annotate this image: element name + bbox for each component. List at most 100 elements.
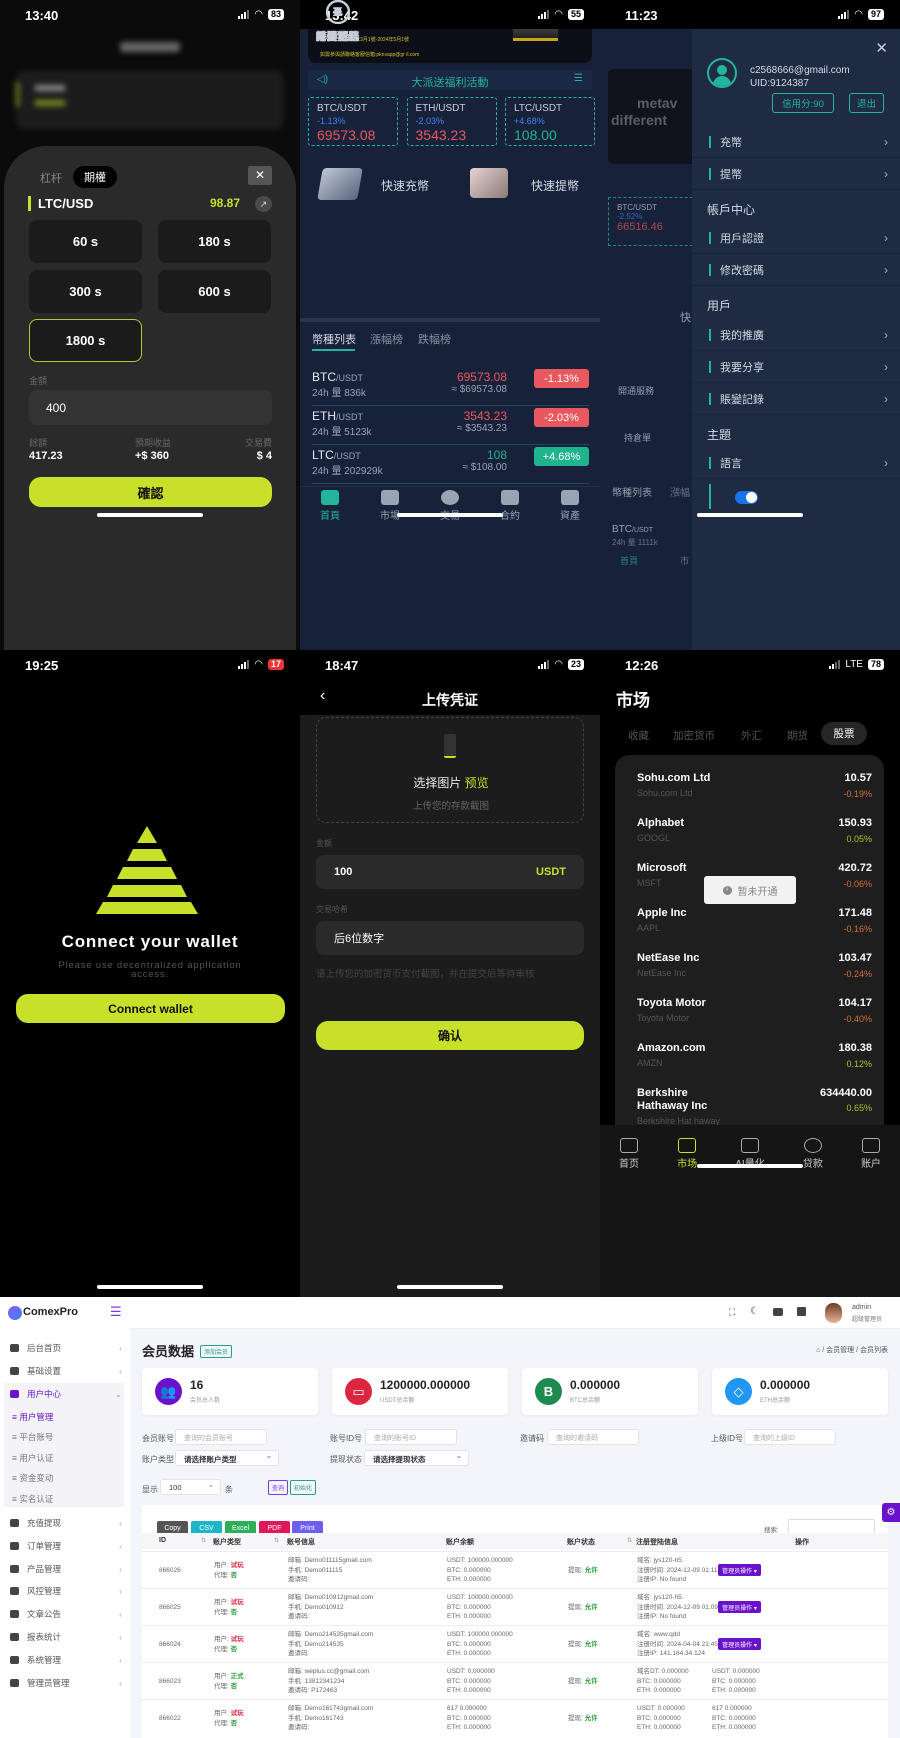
submenu-platform-accounts[interactable]: ≡ 平台账号 — [12, 1431, 53, 1443]
reset-button[interactable]: 初始化 — [290, 1480, 317, 1495]
settings-gear-icon[interactable]: ⚙ — [882, 1503, 900, 1522]
duration-option[interactable]: 300 s — [29, 270, 142, 313]
sidebar-item-home[interactable]: 后台首页 ‹ — [10, 1342, 122, 1354]
coin-row[interactable]: BTC/USDT 24h 量 836k 69573.08 ≈ $69573.08 -1.… — [312, 367, 589, 406]
ticker-card[interactable]: ETH/USDT -2.03% 3543.23 — [406, 97, 497, 146]
upload-dropzone[interactable]: 选择图片 预览 上传您的存款截图 — [316, 717, 584, 823]
camera-icon[interactable] — [773, 1308, 783, 1316]
stock-row[interactable]: Toyota Motor Toyota Motor 104.17 -0.40% — [637, 997, 872, 1042]
duration-option[interactable]: 600 s — [158, 270, 271, 313]
nav-trade[interactable]: 交易 — [440, 490, 460, 522]
admin-actions-dropdown[interactable]: 管理员操作 ▾ — [718, 1638, 761, 1650]
ticker-card[interactable]: BTC/USDT -1.13% 69573.08 — [308, 97, 398, 146]
home-icon[interactable]: ⌂ — [816, 1347, 820, 1354]
sort-icon[interactable]: ⇅ — [274, 1537, 279, 1544]
parent-id-input[interactable]: 查询的上级ID — [744, 1429, 836, 1445]
coin-row[interactable]: LTC/USDT 24h 量 202929k 108 ≈ $108.00 +4.68% — [312, 445, 589, 484]
admin-actions-dropdown[interactable]: 管理员操作 ▾ — [718, 1601, 761, 1613]
avatar[interactable] — [825, 1303, 842, 1323]
tab-gainers[interactable]: 漲幅榜 — [370, 331, 403, 347]
coin-row[interactable]: ETH/USDT 24h 量 5123k 3543.23 ≈ $3543.23 -2.0… — [312, 406, 589, 445]
nav-loan[interactable]: 贷款 — [803, 1138, 823, 1170]
stock-row[interactable]: NetEase Inc NetEase Inc 103.47 -0.24% — [637, 952, 872, 997]
table-search-input[interactable] — [788, 1519, 875, 1534]
tab-coin-list[interactable]: 幣種列表 — [312, 331, 356, 347]
sidebar-item[interactable]: 文章公告 ‹ — [10, 1608, 122, 1620]
column-header-balance[interactable]: 账户余额 — [446, 1537, 474, 1547]
confirm-button[interactable]: 确认 — [316, 1021, 584, 1050]
nav-contract[interactable]: 合約 — [500, 490, 520, 522]
close-icon[interactable]: ✕ — [875, 39, 888, 57]
query-button[interactable]: 查询 — [268, 1480, 289, 1495]
preview-link[interactable]: 预览 — [465, 776, 489, 790]
account-type-select[interactable]: 请选择账户类型 — [175, 1450, 279, 1466]
column-header-account-info[interactable]: 账号信息 — [287, 1537, 315, 1547]
column-header-account-type[interactable]: 账户类型 — [213, 1537, 241, 1547]
stock-row[interactable]: Sohu.com Ltd Sohu.com Ltd 10.57 -0.19% — [637, 772, 872, 817]
admin-actions-dropdown[interactable]: 管理员操作 ▾ — [718, 1564, 761, 1576]
add-member-button[interactable]: 添加会员 — [200, 1345, 233, 1358]
logout-button[interactable]: 退出 — [849, 93, 884, 113]
tab-stocks[interactable]: 股票 — [821, 722, 867, 745]
tab-futures[interactable]: 期货 — [787, 728, 808, 743]
external-arrow-icon[interactable]: ↗ — [255, 196, 272, 212]
stock-row[interactable]: Alphabet GOOGL 150.93 0.05% — [637, 817, 872, 862]
column-header-status[interactable]: 账户状态 — [567, 1537, 595, 1547]
tab-forex[interactable]: 外汇 — [741, 728, 762, 743]
duration-option-selected[interactable]: 1800 s — [29, 319, 142, 362]
nav-market[interactable]: 市場 — [380, 490, 400, 522]
confirm-button[interactable]: 確認 — [29, 477, 272, 507]
nav-account[interactable]: 账户 — [861, 1138, 881, 1170]
theme-toggle[interactable] — [735, 491, 758, 504]
column-header-id[interactable]: ID — [159, 1537, 166, 1544]
menu-item-withdraw[interactable]: 提幣 › — [692, 158, 900, 190]
ticker-card[interactable]: LTC/USDT +4.68% 108.00 — [505, 97, 595, 146]
service-grid-item[interactable]: ? 幫助中心 — [300, 0, 375, 44]
submenu-user-management[interactable]: ≡ 用户管理 — [12, 1411, 53, 1423]
fullscreen-icon[interactable]: ⛶ — [729, 1307, 735, 1318]
dark-mode-moon-icon[interactable]: ☾ — [750, 1306, 759, 1317]
quick-deposit-link[interactable]: 快速充幣 — [381, 177, 429, 194]
connect-wallet-button[interactable]: Connect wallet — [16, 994, 285, 1023]
hash-input[interactable]: 后6位数字 — [316, 921, 584, 955]
sidebar-item[interactable]: 产品管理 ‹ — [10, 1563, 122, 1575]
duration-option[interactable]: 180 s — [158, 220, 271, 263]
list-icon[interactable]: ☰ — [574, 73, 583, 84]
sidebar-item[interactable]: 报表统计 ‹ — [10, 1631, 122, 1643]
amount-input[interactable]: 400 — [29, 390, 272, 425]
message-icon[interactable] — [797, 1307, 806, 1316]
nav-home[interactable]: 首頁 — [320, 490, 340, 522]
page-size-select[interactable]: 100 — [160, 1479, 221, 1495]
withdraw-status-select[interactable]: 请选择提现状态 — [364, 1450, 469, 1466]
credit-score-button[interactable]: 信用分:90 — [772, 93, 834, 113]
menu-item-share[interactable]: 我要分享 › — [692, 351, 900, 383]
sidebar-item-basic-settings[interactable]: 基础设置 ‹ — [10, 1365, 122, 1377]
quick-withdraw-link[interactable]: 快速提幣 — [531, 177, 579, 194]
invite-code-input[interactable]: 查询的邀请码 — [547, 1429, 639, 1445]
menu-item-language[interactable]: 語言 › — [692, 447, 900, 479]
tab-crypto[interactable]: 加密货币 — [673, 728, 715, 743]
tab-losers[interactable]: 跌幅榜 — [418, 331, 451, 347]
choose-image-label[interactable]: 选择图片 — [413, 776, 461, 790]
nav-assets[interactable]: 資產 — [560, 490, 580, 522]
nav-home[interactable]: 首页 — [619, 1138, 639, 1170]
member-account-input[interactable]: 查询的会员账号 — [175, 1429, 267, 1445]
hamburger-menu-icon[interactable]: ☰ — [110, 1304, 122, 1320]
menu-item-verification[interactable]: 用戶認證 › — [692, 222, 900, 254]
notice-bar[interactable]: ◁) 大派送福利活動 ☰ — [308, 70, 592, 90]
sort-icon[interactable]: ⇅ — [201, 1537, 206, 1544]
sort-icon[interactable]: ⇅ — [627, 1537, 632, 1544]
submenu-user-verification[interactable]: ≡ 用户认证 — [12, 1452, 53, 1464]
submenu-real-name[interactable]: ≡ 实名认证 — [12, 1493, 53, 1505]
amount-input[interactable]: 100 USDT — [316, 855, 584, 889]
tab-leverage[interactable]: 杠杆 — [40, 170, 62, 186]
close-icon[interactable]: ✕ — [248, 166, 272, 185]
sidebar-item[interactable]: 系统管理 ‹ — [10, 1654, 122, 1666]
nav-market[interactable]: 市场 — [677, 1138, 697, 1170]
tab-options[interactable]: 期權 — [73, 166, 117, 188]
tab-favorites[interactable]: 收藏 — [628, 728, 649, 743]
submenu-fund-changes[interactable]: ≡ 资金变动 — [12, 1472, 53, 1484]
menu-item-referral[interactable]: 我的推廣 › — [692, 319, 900, 351]
stock-row[interactable]: Amazon.com AMZN 180.38 0.12% — [637, 1042, 872, 1087]
sidebar-item[interactable]: 风控管理 ‹ — [10, 1585, 122, 1597]
